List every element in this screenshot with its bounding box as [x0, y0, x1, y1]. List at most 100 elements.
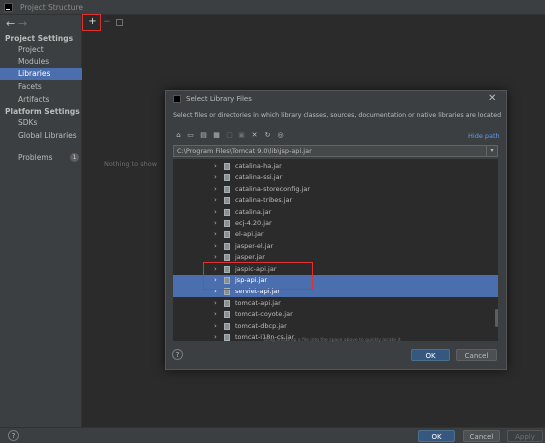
selected-jars-highlight [203, 262, 313, 290]
chevron-right-icon[interactable]: › [214, 333, 217, 341]
hide-path-link[interactable]: Hide path [468, 132, 500, 140]
add-button-highlight [82, 14, 101, 31]
module-folder-icon[interactable]: ▦ [212, 131, 221, 140]
path-value: C:\Program Files\Tomcat 9.0\lib\jsp-api.… [177, 147, 312, 155]
jar-file-icon [224, 174, 230, 182]
jar-file-icon [224, 299, 230, 307]
project-folder-icon[interactable]: ▤ [199, 131, 208, 140]
close-x-icon[interactable]: ✕ [250, 131, 259, 140]
remove-library-button[interactable]: − [103, 17, 111, 27]
dialog-description: Select files or directories in which lib… [173, 112, 502, 119]
tree-row[interactable]: › tomcat-coyote.jar [173, 309, 498, 320]
dialog-cancel-button[interactable]: Cancel [456, 349, 497, 361]
jar-file-icon [224, 322, 230, 330]
tree-row-label: ecj-4.20.jar [235, 219, 272, 227]
tree-row[interactable]: › catalina-ssi.jar [173, 172, 498, 183]
window-titlebar: Project Structure [0, 0, 545, 15]
jar-file-icon [224, 242, 230, 250]
chevron-right-icon[interactable]: › [214, 253, 217, 262]
sidebar-item-libraries[interactable]: Libraries [0, 68, 82, 80]
delete-icon[interactable]: ▣ [237, 131, 246, 140]
file-tree[interactable]: › tomcat-i18n-cs.jar › tomcat-dbcp.jar › tomc… [173, 159, 498, 341]
tree-row-label: jasper.jar [235, 253, 265, 262]
path-field[interactable]: C:\Program Files\Tomcat 9.0\lib\jsp-api.… [173, 145, 498, 157]
intellij-app-icon [4, 3, 13, 12]
empty-state-text: Nothing to show [104, 160, 158, 168]
tree-row-label: el-api.jar [235, 230, 264, 239]
chevron-right-icon[interactable]: › [214, 299, 217, 308]
intellij-app-icon [173, 95, 181, 103]
chevron-right-icon[interactable]: › [214, 310, 217, 319]
nav-row: ← → [0, 15, 82, 32]
tree-row[interactable]: › catalina-storeconfig.jar [173, 184, 498, 195]
copy-icon[interactable] [116, 19, 123, 26]
tree-row[interactable]: › tomcat-api.jar [173, 298, 498, 309]
jar-file-icon [224, 311, 230, 319]
dialog-help-button[interactable]: ? [172, 349, 183, 360]
cancel-button[interactable]: Cancel [463, 430, 500, 442]
tree-row-label: tomcat-api.jar [235, 298, 281, 307]
dialog-ok-button[interactable]: OK [411, 349, 450, 361]
chevron-right-icon[interactable]: › [214, 185, 217, 194]
chevron-right-icon[interactable]: › [214, 173, 217, 182]
show-hidden-icon[interactable]: ◎ [276, 131, 285, 140]
back-arrow-icon[interactable]: ← [6, 17, 15, 30]
tree-row[interactable]: › jasper-el.jar [173, 241, 498, 252]
chevron-right-icon[interactable]: › [214, 230, 217, 239]
tree-row[interactable]: › ecj-4.20.jar [173, 218, 498, 229]
help-button[interactable]: ? [8, 430, 19, 441]
project-settings-header: Project Settings [5, 34, 74, 43]
platform-settings-header: Platform Settings [5, 107, 80, 116]
ok-button[interactable]: OK [418, 430, 455, 442]
jar-file-icon [224, 163, 230, 170]
sidebar-item-sdks[interactable]: SDKs [0, 117, 82, 129]
chevron-right-icon[interactable]: › [214, 322, 217, 331]
tree-row[interactable]: › catalina.jar [173, 207, 498, 218]
jar-file-icon [224, 220, 230, 227]
dialog-titlebar: Select Library Files ✕ [166, 91, 506, 107]
scrollbar-thumb[interactable] [495, 309, 498, 327]
tree-row-label: catalina.jar [235, 207, 272, 216]
sidebar-item-project[interactable]: Project [0, 44, 82, 56]
tree-row[interactable]: › catalina-tribes.jar [173, 195, 498, 206]
close-icon[interactable]: ✕ [488, 93, 496, 104]
dialog-title: Select Library Files [186, 95, 252, 103]
jar-file-icon [224, 231, 230, 239]
tree-row-label: catalina-ha.jar [235, 162, 282, 170]
home-icon[interactable]: ⌂ [174, 131, 183, 140]
sidebar: ← → Project Settings Project Modules Lib… [0, 15, 82, 427]
apply-button[interactable]: Apply [507, 430, 543, 442]
chevron-right-icon[interactable]: › [214, 242, 217, 251]
desktop-icon[interactable]: ▭ [186, 131, 195, 140]
select-library-files-dialog: Select Library Files ✕ Select files or d… [165, 90, 507, 370]
jar-file-icon [224, 208, 230, 216]
forward-arrow-icon[interactable]: → [18, 17, 27, 30]
drag-drop-hint: Drag and drop a file into the space abov… [264, 338, 401, 343]
tree-row-label: catalina-tribes.jar [235, 196, 293, 205]
jar-file-icon [224, 334, 230, 341]
tree-row[interactable]: › tomcat-dbcp.jar [173, 321, 498, 332]
chevron-right-icon[interactable]: › [214, 219, 217, 228]
jar-file-icon [224, 197, 230, 205]
jar-file-icon [224, 185, 230, 193]
tree-row-label: tomcat-coyote.jar [235, 310, 293, 319]
chevron-right-icon[interactable]: › [214, 196, 217, 205]
tree-row-label: jasper-el.jar [235, 241, 274, 250]
jar-file-icon [224, 254, 230, 262]
chevron-right-icon[interactable]: › [214, 162, 217, 171]
chevron-down-icon[interactable]: ▾ [486, 146, 497, 156]
tree-row-label: tomcat-dbcp.jar [235, 321, 287, 330]
refresh-icon[interactable]: ↻ [263, 131, 272, 140]
chevron-right-icon[interactable]: › [214, 208, 217, 217]
sidebar-item-facets[interactable]: Facets [0, 81, 82, 93]
sidebar-item-artifacts[interactable]: Artifacts [0, 94, 82, 106]
sidebar-item-modules[interactable]: Modules [0, 56, 82, 68]
tree-row-label: catalina-storeconfig.jar [235, 184, 311, 193]
window-title: Project Structure [20, 3, 83, 12]
tree-row-label: catalina-ssi.jar [235, 173, 283, 182]
problems-count-badge: 1 [70, 153, 79, 162]
new-folder-icon[interactable]: ▢ [225, 131, 234, 140]
tree-row[interactable]: › catalina-ha.jar [173, 161, 498, 172]
sidebar-item-global-libraries[interactable]: Global Libraries [0, 130, 82, 142]
tree-row[interactable]: › el-api.jar [173, 229, 498, 240]
